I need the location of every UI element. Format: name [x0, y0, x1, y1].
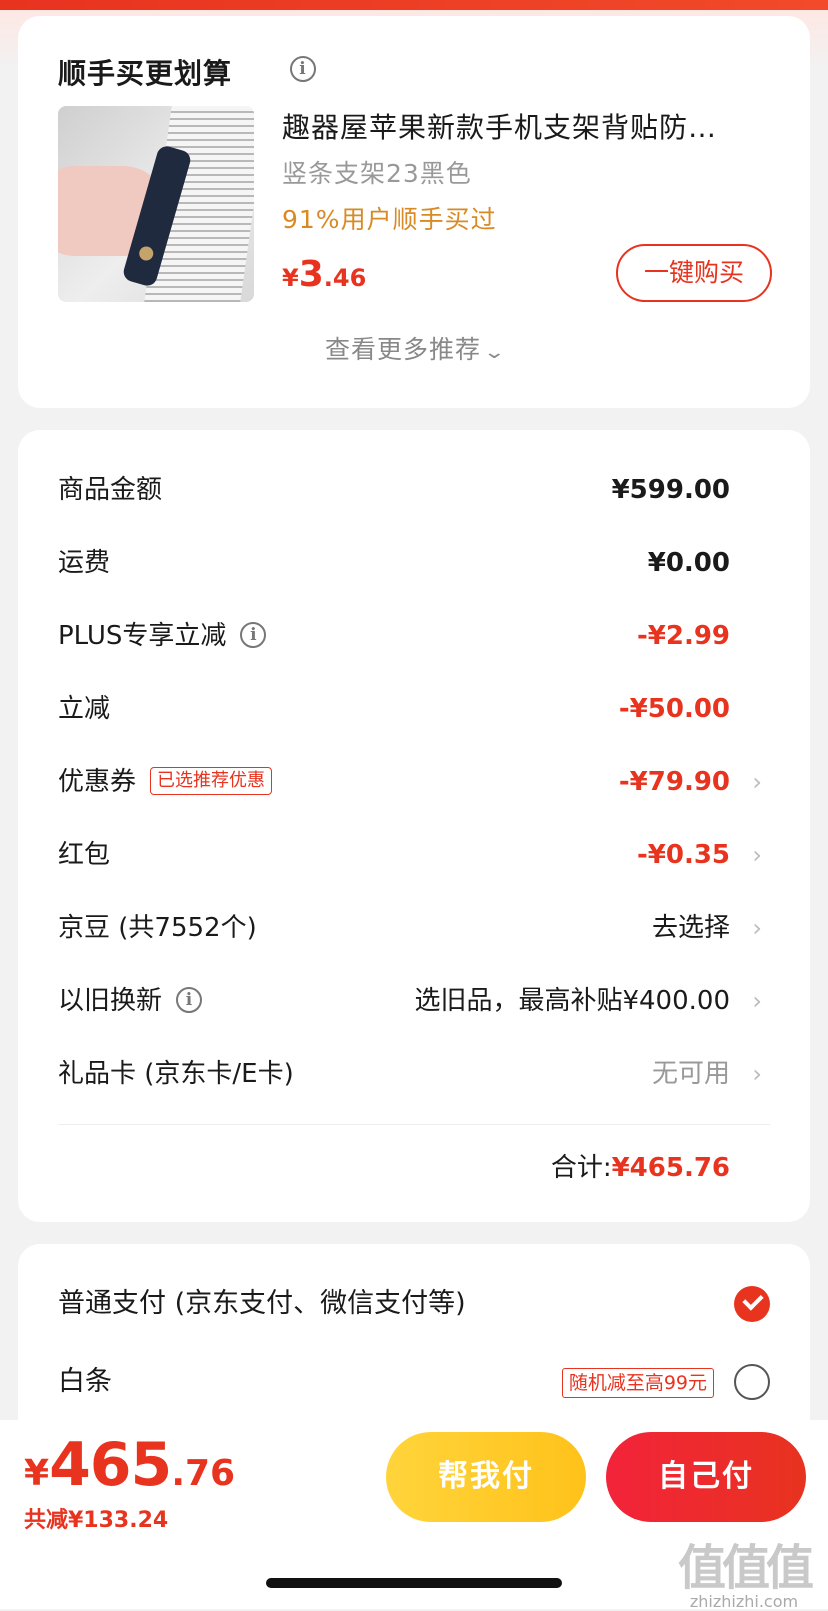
info-icon[interactable]: i [240, 621, 267, 648]
divider [58, 1124, 770, 1125]
one-click-buy-button[interactable]: 一键购买 [616, 244, 772, 302]
row-value: -¥50.00 [618, 694, 730, 724]
total-saved: 共减¥133.24 [24, 1508, 169, 1533]
more-recommendations-label: 查看更多推荐 [324, 335, 481, 364]
summary-row-goods-amount: 商品金额 ¥599.00 [58, 470, 770, 510]
row-label-text: 优惠券 [58, 767, 137, 797]
summary-row-gift-card[interactable]: 礼品卡 (京东卡/E卡) 无可用 › [58, 1054, 770, 1094]
summary-row-instant-discount: 立减 -¥50.00 [58, 689, 770, 729]
row-label: 商品金额 [58, 475, 163, 505]
product-spec: 竖条支架23黑色 [282, 159, 472, 188]
price-integer: 3 [298, 254, 324, 295]
row-value: -¥0.35 [636, 840, 730, 870]
more-recommendations-link[interactable]: 查看更多推荐 ⌄ [18, 330, 810, 366]
price-decimal: .46 [323, 264, 367, 292]
chevron-right-icon: › [752, 841, 762, 869]
total-value: ¥465.76 [611, 1153, 730, 1183]
total-label: 合计: [550, 1153, 612, 1183]
row-label-text: 以旧换新 [58, 986, 163, 1016]
final-price-integer: 465 [49, 1430, 172, 1500]
price-symbol: ¥ [282, 264, 299, 292]
row-value: 无可用 [651, 1059, 730, 1089]
unchecked-radio-icon[interactable] [734, 1364, 770, 1400]
final-price-decimal: .76 [171, 1453, 236, 1494]
product-name[interactable]: 趣器屋苹果新款手机支架背贴防… [282, 106, 762, 146]
chevron-right-icon: › [752, 987, 762, 1015]
summary-row-shipping: 运费 ¥0.00 [58, 543, 770, 583]
product-image[interactable] [58, 106, 254, 302]
info-icon[interactable]: i [176, 986, 203, 1013]
recommend-card: 顺手买更划算 i 趣器屋苹果新款手机支架背贴防… 竖条支架23黑色 91%用户顺… [18, 16, 810, 408]
payment-option-normal[interactable]: 普通支付 (京东支付、微信支付等) [58, 1284, 770, 1324]
row-value: -¥2.99 [636, 621, 730, 651]
order-summary-card: 商品金额 ¥599.00 运费 ¥0.00 PLUS专享立减 i -¥2.99 立… [18, 430, 810, 1222]
summary-row-red-packet[interactable]: 红包 -¥0.35 › [58, 835, 770, 875]
payment-method-card: 普通支付 (京东支付、微信支付等) 白条 随机减至高99元 [18, 1244, 810, 1444]
row-label: 礼品卡 (京东卡/E卡) [58, 1059, 294, 1089]
row-label: 优惠券 已选推荐优惠 [58, 762, 273, 802]
payment-option-baitiao[interactable]: 白条 随机减至高99元 [58, 1362, 770, 1402]
watermark-logo: 值值值 [677, 1540, 814, 1596]
chevron-down-icon: ⌄ [482, 342, 508, 363]
payment-option-label: 白条 [58, 1366, 112, 1397]
watermark-url: zhizhizhi.com [689, 1592, 799, 1611]
summary-row-coupon[interactable]: 优惠券 已选推荐优惠 -¥79.90 › [58, 762, 770, 802]
row-label: PLUS专享立减 i [58, 616, 267, 656]
summary-row-plus-discount: PLUS专享立减 i -¥2.99 [58, 616, 770, 656]
row-label: 立减 [58, 694, 111, 724]
row-label-text: PLUS专享立减 [58, 621, 227, 651]
row-value: 去选择 [651, 913, 730, 943]
row-value: 选旧品，最高补贴¥400.00 [414, 986, 730, 1016]
row-label: 运费 [58, 548, 111, 578]
summary-row-trade-in[interactable]: 以旧换新 i 选旧品，最高补贴¥400.00 › [58, 981, 770, 1021]
row-label: 红包 [58, 840, 111, 870]
row-value: -¥79.90 [618, 767, 730, 797]
row-value: ¥0.00 [647, 548, 730, 578]
pay-myself-button[interactable]: 自己付 [606, 1432, 806, 1522]
summary-total: 合计:¥465.76 [551, 1148, 730, 1188]
chevron-right-icon: › [752, 1060, 762, 1088]
row-label: 以旧换新 i [58, 981, 203, 1021]
final-price: ¥465.76 [24, 1430, 235, 1500]
recommend-title-text: 顺手买更划算 [58, 57, 233, 90]
watermark: 值值值 zhizhizhi.com [677, 1528, 814, 1611]
payment-option-label: 普通支付 (京东支付、微信支付等) [58, 1288, 466, 1319]
info-icon[interactable]: i [290, 56, 316, 82]
chevron-right-icon: › [752, 768, 762, 796]
coupon-selected-tag: 已选推荐优惠 [150, 766, 273, 795]
product-buyers-rate: 91%用户顺手买过 [282, 205, 497, 234]
checked-radio-icon[interactable] [734, 1286, 770, 1322]
chevron-right-icon: › [752, 914, 762, 942]
home-indicator[interactable] [266, 1578, 562, 1588]
recommend-title: 顺手买更划算 i [58, 52, 316, 92]
help-me-pay-button[interactable]: 帮我付 [386, 1432, 586, 1522]
summary-row-jingdou[interactable]: 京豆 (共7552个) 去选择 › [58, 908, 770, 948]
top-accent-bar [0, 0, 828, 10]
row-value: ¥599.00 [611, 475, 730, 505]
baitiao-promo-tag: 随机减至高99元 [561, 1368, 714, 1398]
product-price: ¥3.46 [282, 254, 366, 295]
checkout-bar: ¥465.76 共减¥133.24 帮我付 自己付 值值值 zhizhizhi.… [0, 1420, 828, 1611]
final-price-symbol: ¥ [24, 1453, 50, 1494]
row-label: 京豆 (共7552个) [58, 913, 257, 943]
